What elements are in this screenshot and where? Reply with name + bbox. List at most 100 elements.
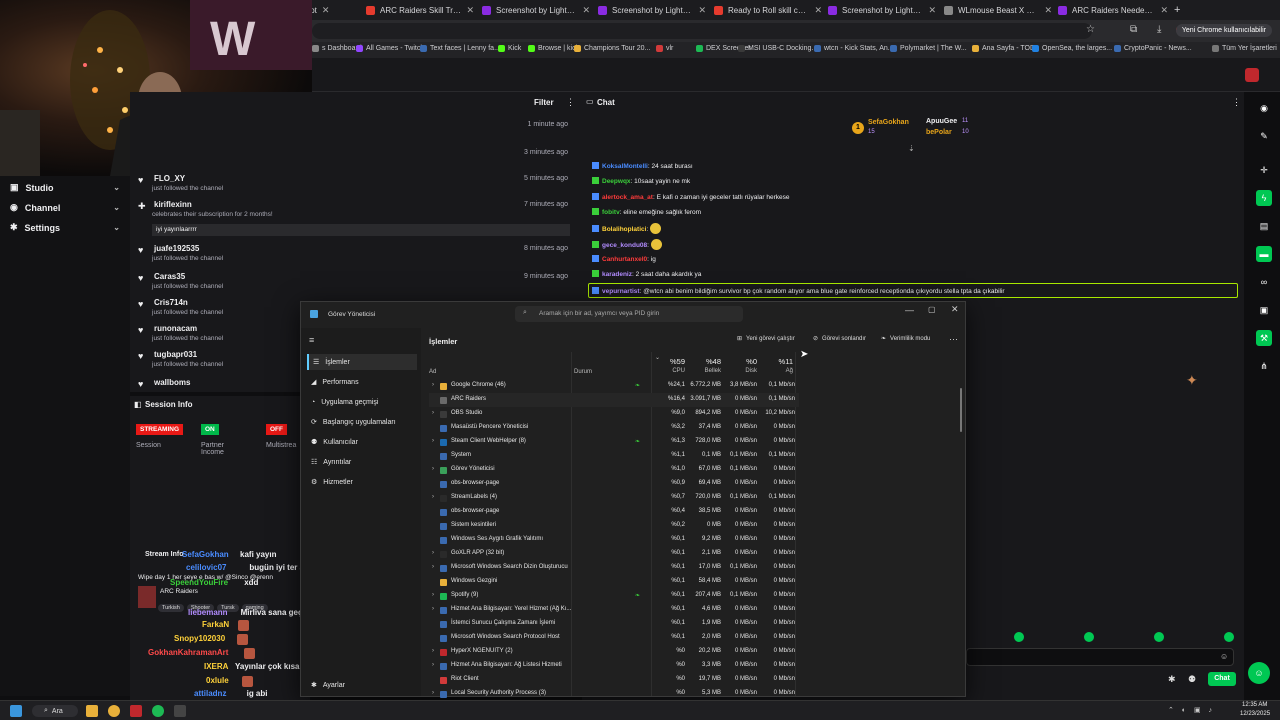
app-icon[interactable] (130, 705, 142, 717)
filter-button[interactable]: Filter (534, 98, 554, 107)
tm-nav-6[interactable]: ⚙ Hizmetler (307, 474, 417, 490)
pencil-icon[interactable]: ✎ (1256, 128, 1272, 144)
process-row[interactable]: › Google Chrome (46) ❧ %24,1 6.772,2 MB 3,8 M… (429, 379, 799, 393)
leader-name[interactable]: ApuuGee (926, 118, 957, 125)
expand-chevron-icon[interactable]: › (432, 438, 434, 444)
avatar[interactable] (1245, 68, 1259, 82)
browser-tab[interactable]: Screenshot by Lightshot ✕ (828, 0, 936, 20)
chat-username[interactable]: gece_kondu08 (602, 242, 647, 249)
process-row[interactable]: › Steam Client WebHelper (8) ❧ %1,3 728,0 MB… (429, 435, 799, 449)
tm-nav-0[interactable]: ☰ İşlemler (307, 354, 417, 370)
activity-event[interactable]: ♥ Caras35 just followed the channel 9 minut… (136, 272, 576, 298)
tm-nav-2[interactable]: ◔ Uygulama geçmişi (307, 394, 417, 410)
nav-studio[interactable]: ▣ Studio ⌄ (10, 182, 120, 193)
chat-bubble-icon[interactable]: ▬ (1256, 246, 1272, 262)
clock-date[interactable]: 12/23/2025 (1240, 711, 1270, 717)
extension-icon[interactable]: ⧉ (1130, 24, 1137, 35)
bookmark-item[interactable]: Browse | kick (528, 45, 579, 52)
activity-event[interactable]: 1 minute ago (136, 120, 576, 146)
share-icon[interactable]: ⋔ (1256, 358, 1272, 374)
document-icon[interactable]: ▤ (1256, 218, 1272, 234)
tm-nav-3[interactable]: ⟳ Başlangıç uygulamaları (307, 414, 417, 430)
activity-icon[interactable]: ◉ (1256, 100, 1272, 116)
end-task-button[interactable]: ⊘ Görevi sonlandır (813, 335, 866, 343)
process-row[interactable]: › Görev Yöneticisi %1,0 67,0 MB 0,1 MB/sn 0 M… (429, 463, 799, 477)
download-icon[interactable]: ⤓ (1157, 24, 1161, 35)
bookmark-item[interactable]: Polymarket | The W... (890, 45, 967, 52)
app-icon[interactable] (174, 705, 186, 717)
clock-time[interactable]: 12:35 AM (1242, 702, 1267, 708)
expand-chevron-icon[interactable]: › (432, 606, 434, 612)
lightning-icon[interactable]: ϟ (1256, 190, 1272, 206)
wrench-icon[interactable]: ⚒ (1256, 330, 1272, 346)
close-tab-icon[interactable]: ✕ (698, 5, 706, 16)
bookmark-item[interactable]: vlr (656, 45, 673, 52)
close-button[interactable]: ✕ (951, 304, 959, 315)
chrome-user-badge[interactable]: Yeni Chrome kullanıcılabilir (1175, 24, 1272, 37)
hamburger-menu-icon[interactable]: ≡ (309, 335, 314, 345)
process-row[interactable]: › Local Security Authority Process (3) %0 5… (429, 687, 799, 701)
event-username[interactable]: wallboms (154, 378, 190, 387)
chat-username[interactable]: Deepwqx (602, 178, 631, 185)
settings-icon[interactable]: ✱ (1168, 674, 1176, 685)
browser-tab[interactable]: ARC Raiders Skill Tree Builder ✕ (366, 0, 474, 20)
process-row[interactable]: › HyperX NGENUITY (2) %0 20,2 MB 0 MB/sn 0 Mb… (429, 645, 799, 659)
crosshair-icon[interactable]: ✛ (1256, 162, 1272, 178)
process-row[interactable]: ARC Raiders %16,4 3.091,7 MB 0 MB/sn 0,1 Mb/… (429, 393, 799, 407)
overlay-chat-user[interactable]: celilovic07 (186, 563, 226, 572)
bookmark-item[interactable]: MSI USB-C Docking... (738, 45, 817, 52)
scrollbar[interactable] (960, 388, 962, 432)
close-tab-icon[interactable]: ✕ (1044, 5, 1052, 16)
expand-chevron-icon[interactable]: › (432, 410, 434, 416)
event-username[interactable]: kiriflexinn (154, 200, 192, 209)
more-options-icon[interactable]: ⋮ (1232, 97, 1241, 108)
windows-start-icon[interactable] (10, 705, 22, 717)
expand-chevron-icon[interactable]: › (432, 648, 434, 654)
search-input[interactable]: ⌕ Aramak için bir ad, yayımcı veya PID g… (515, 306, 743, 322)
run-new-task-button[interactable]: ⊞ Yeni görevi çalıştır (737, 335, 795, 343)
star-icon[interactable]: ☆ (1086, 24, 1095, 35)
bookmark-item[interactable]: CryptoPanic - News... (1114, 45, 1192, 52)
col-disk-pct[interactable]: %0 (743, 357, 757, 366)
col-name[interactable]: Ad (429, 369, 436, 375)
chat-username[interactable]: Bolalihoplatici (602, 226, 646, 233)
close-tab-icon[interactable]: ✕ (322, 5, 330, 16)
overlay-chat-user[interactable]: 0xlule (206, 676, 229, 685)
activity-event[interactable]: 3 minutes ago (136, 148, 576, 174)
overlay-chat-user[interactable]: liebemann (188, 608, 228, 617)
expand-chevron-icon[interactable]: › (432, 564, 434, 570)
bookmark-item[interactable]: Ana Sayfa - TOD (972, 45, 1035, 52)
process-row[interactable]: Windows Gezgini %0,1 58,4 MB 0 MB/sn 0 Mb/sn (429, 575, 799, 589)
process-row[interactable]: İstemci Sunucu Çalışma Zamanı İşlemi %0,1… (429, 617, 799, 631)
activity-event[interactable]: ♥ FLO_XY just followed the channel 5 minute… (136, 174, 576, 200)
expand-chevron-icon[interactable]: › (432, 466, 434, 472)
process-row[interactable]: obs-browser-page %0,4 38,5 MB 0 MB/sn 0 Mb/s… (429, 505, 799, 519)
event-username[interactable]: juafe192535 (154, 244, 199, 253)
process-row[interactable]: › Spotify (9) ❧ %0,1 207,4 MB 0,1 MB/sn 0 Mb/s… (429, 589, 799, 603)
overlay-chat-user[interactable]: Snopy102030 (174, 634, 225, 643)
process-row[interactable]: › Hizmet Ana Bilgisayarı: Ağ Listesi Hizm… (429, 659, 799, 673)
file-explorer-icon[interactable] (86, 705, 98, 717)
bag-icon[interactable]: ▣ (1256, 302, 1272, 318)
tray-icons[interactable]: ⌃ ◐ ▣ ♪ (1168, 706, 1215, 714)
process-row[interactable]: System %1,1 0,1 MB 0,1 MB/sn 0,1 Mb/sn (429, 449, 799, 463)
emote-picker-icon[interactable]: ☺ (1220, 652, 1228, 661)
event-username[interactable]: Caras35 (154, 272, 185, 281)
activity-event[interactable]: ♥ juafe192535 just followed the channel 8 m… (136, 244, 576, 270)
nav-channel[interactable]: ◉ Channel ⌄ (10, 202, 120, 213)
expand-chevron-icon[interactable]: › (432, 592, 434, 598)
col-cpu-pct[interactable]: %59 (669, 357, 685, 366)
process-row[interactable]: obs-browser-page %0,9 69,4 MB 0 MB/sn 0 Mb/s… (429, 477, 799, 491)
process-row[interactable]: Microsoft Windows Search Protocol Host %0… (429, 631, 799, 645)
tm-settings[interactable]: ✱ Ayarlar (307, 677, 417, 693)
process-row[interactable]: › GoXLR APP (32 bit) %0,1 2,1 MB 0 MB/sn 0 Mb… (429, 547, 799, 561)
maximize-button[interactable]: ▢ (928, 305, 936, 314)
chat-input[interactable] (966, 648, 1234, 666)
help-icon[interactable]: ☺ (1248, 662, 1270, 684)
col-status[interactable]: Durum (574, 369, 592, 375)
browser-tab[interactable]: Screenshot by Lightshot ✕ (598, 0, 706, 20)
chrome-icon[interactable] (108, 705, 120, 717)
event-username[interactable]: tugbapr031 (154, 350, 197, 359)
close-tab-icon[interactable]: ✕ (582, 5, 590, 16)
pin-icon[interactable]: ⇣ (908, 144, 915, 153)
